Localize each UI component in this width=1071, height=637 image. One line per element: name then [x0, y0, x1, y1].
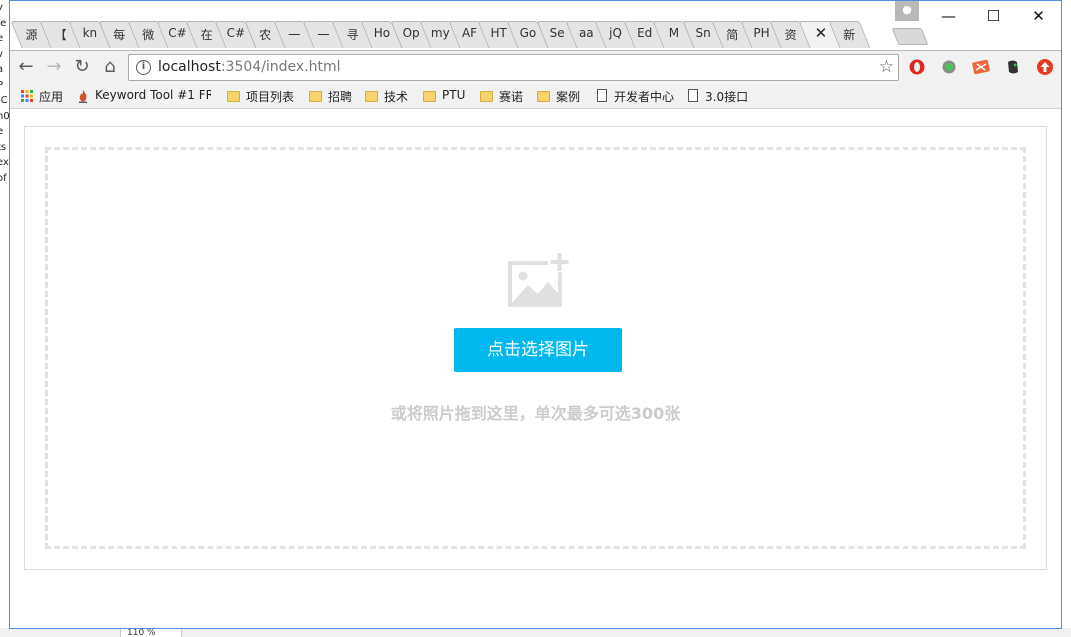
folder-icon: [537, 91, 550, 102]
upload-extension-icon[interactable]: [1036, 58, 1054, 76]
profile-button[interactable]: ●: [895, 1, 919, 21]
address-bar[interactable]: i localhost:3504/index.html ☆: [128, 54, 899, 81]
bookmark-label: PTU: [442, 88, 466, 102]
zoom-level-box: 110 %: [120, 628, 182, 637]
bookmark-label: Keyword Tool #1 FR: [95, 88, 211, 102]
reload-button[interactable]: ↻: [69, 54, 95, 80]
back-button[interactable]: ←: [13, 54, 39, 80]
maximize-button[interactable]: ☐: [971, 1, 1016, 31]
bookmark-label: 开发者中心: [614, 90, 675, 104]
bookmark-label: 应用: [39, 90, 64, 104]
home-button[interactable]: ⌂: [97, 54, 123, 80]
zoom-level-text: 110 %: [127, 628, 156, 637]
bg-text-line: v: [0, 47, 9, 63]
bookmark-label: 案例: [556, 90, 581, 104]
arrow-left-icon: ←: [18, 56, 34, 77]
add-image-icon: [508, 252, 572, 307]
document-icon: [688, 89, 698, 102]
flame-icon: [79, 90, 87, 103]
folder-icon: [480, 91, 493, 102]
document-icon: [597, 89, 607, 102]
apps-grid-icon: [21, 90, 33, 102]
tab-list: 源【kn 每微 C# 在 C# 农一一寻 Ho Op my AF HT Go Se aa jQ Ed M Sn 简 P…: [10, 21, 1067, 50]
home-icon: ⌂: [104, 56, 116, 77]
bookmark-star-icon[interactable]: ☆: [879, 57, 894, 77]
folder-icon: [227, 91, 240, 102]
reload-icon: ↻: [74, 56, 90, 77]
bg-text-line: ex: [0, 157, 9, 168]
browser-toolbar: ← → ↻ ⌂ i localhost:3504/index.html ☆: [10, 50, 1061, 83]
bg-text-line: ts: [0, 141, 7, 153]
browser-window: 源【kn 每微 C# 在 C# 农一一寻 Ho Op my AF HT Go Se aa jQ Ed M Sn 简 P…: [9, 0, 1062, 629]
color-picker-extension-icon[interactable]: [940, 58, 958, 76]
upload-panel: 点击选择图片 或将照片拖到这里，单次最多可选300张: [24, 126, 1047, 570]
url-path: :3504/index.html: [220, 59, 341, 75]
person-icon: ●: [902, 3, 912, 16]
minimize-button[interactable]: —: [926, 1, 971, 31]
folder-icon: [365, 91, 378, 102]
bg-text-line: .e: [0, 17, 7, 29]
bookmark-label: 赛诺: [499, 90, 524, 104]
screenshot-extension-icon[interactable]: [972, 58, 990, 76]
page-content: 点击选择图片 或将照片拖到这里，单次最多可选300张: [10, 109, 1061, 628]
background-window-text: v .e e v a P -C n0 e ts ex of: [0, 0, 9, 637]
bookmarks-bar: 应用 Keyword Tool #1 FR 项目列表 招聘 技术 PTU 赛诺 案例 开发者中心…: [10, 83, 1061, 109]
bookmark-label: 3.0接口: [705, 90, 749, 104]
bg-text-line: e: [0, 33, 4, 44]
bg-text-line: n0: [0, 110, 9, 122]
bg-text-line: a: [0, 64, 4, 75]
drop-zone[interactable]: 点击选择图片 或将照片拖到这里，单次最多可选300张: [45, 147, 1026, 549]
new-tab-shape: [891, 28, 929, 45]
bg-text-line: of: [0, 172, 7, 184]
folder-icon: [423, 91, 436, 102]
tab-label: 新: [843, 28, 856, 42]
forward-button[interactable]: →: [41, 54, 67, 80]
evernote-extension-icon[interactable]: [1004, 58, 1022, 76]
bg-text-line: P: [0, 79, 4, 91]
drop-hint: 或将照片拖到这里，单次最多可选300张: [390, 404, 681, 423]
info-icon[interactable]: i: [136, 60, 151, 75]
bg-text-line: v: [0, 0, 9, 16]
bookmark-label: 项目列表: [246, 90, 295, 104]
bookmark-label: 技术: [384, 90, 409, 104]
tab-strip: 源【kn 每微 C# 在 C# 农一一寻 Ho Op my AF HT Go Se aa jQ Ed M Sn 简 P…: [10, 1, 1061, 50]
opera-extension-icon[interactable]: [908, 58, 926, 76]
new-tab-button[interactable]: [891, 28, 929, 45]
tab[interactable]: 新: [828, 21, 871, 48]
folder-icon: [309, 91, 322, 102]
bg-text-line: e: [0, 126, 4, 137]
bg-text-line: -C: [0, 95, 8, 106]
window-controls: — ☐ ✕: [926, 1, 1061, 31]
url-host: localhost: [158, 59, 221, 75]
close-window-button[interactable]: ✕: [1016, 1, 1061, 31]
arrow-right-icon: →: [46, 56, 62, 77]
select-images-button[interactable]: 点击选择图片: [454, 328, 622, 372]
bookmark-label: 招聘: [328, 90, 353, 104]
url-text[interactable]: localhost:3504/index.html: [158, 59, 341, 75]
